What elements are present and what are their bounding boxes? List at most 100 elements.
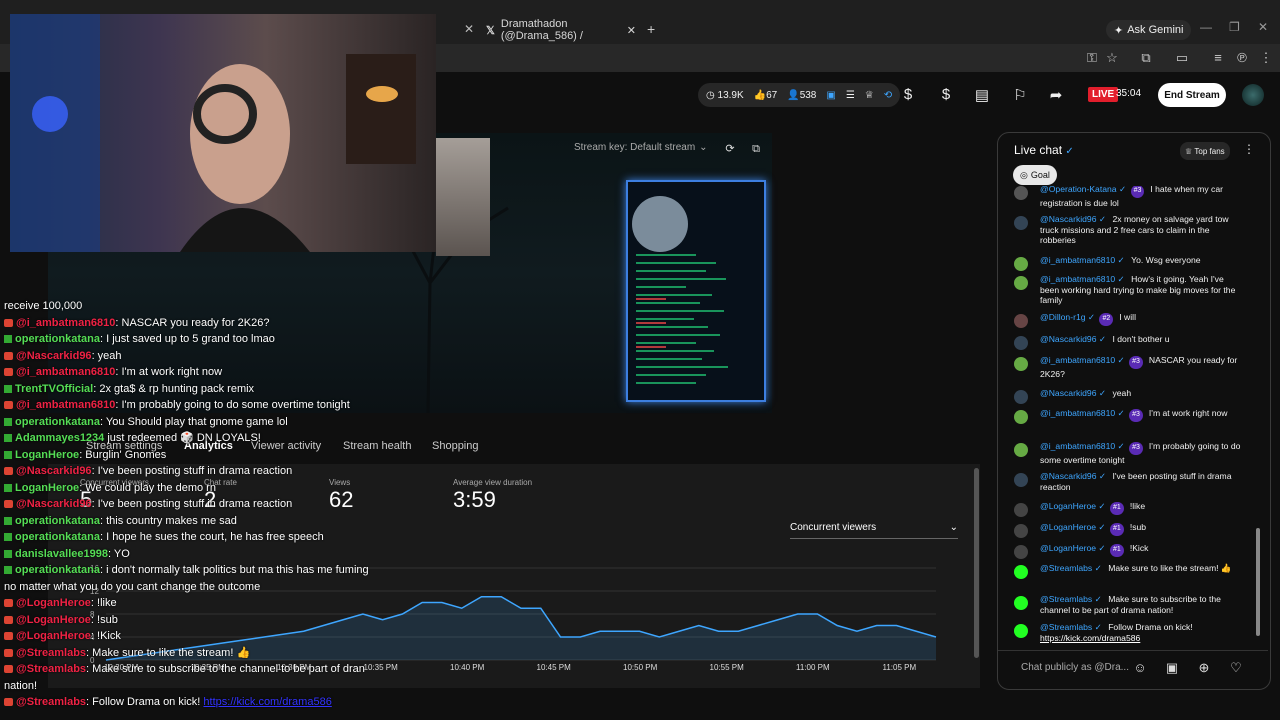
end-stream-button[interactable]: End Stream (1158, 83, 1226, 107)
avatar[interactable] (1242, 84, 1264, 106)
chat-text: I will (1119, 312, 1136, 322)
overlay-chat-link[interactable]: https://kick.com/drama586 (203, 696, 331, 708)
chat-avatar[interactable] (1014, 257, 1028, 271)
top-fans-button[interactable]: ♕ Top fans (1180, 142, 1230, 160)
stream-key-selector[interactable]: Stream key: Default stream ⌄ (574, 142, 708, 153)
overlay-chat-text: : this country makes me sad (99, 514, 237, 527)
verified-badge-icon: ✓ (1092, 622, 1105, 632)
chat-avatar[interactable] (1014, 276, 1028, 290)
chat-author[interactable]: @i_ambatman6810 (1040, 441, 1115, 451)
bookmark-icon[interactable]: ⚐ (1010, 86, 1030, 104)
chat-author[interactable]: @Nascarkid96 (1040, 214, 1097, 224)
chat-author[interactable]: @LoganHeroe (1040, 501, 1096, 511)
chat-author[interactable]: @Operation-Katana (1040, 186, 1117, 194)
profile-extension-icon[interactable]: ℗ (1234, 50, 1250, 65)
award-icon[interactable]: ♕ (865, 90, 874, 101)
heart-icon[interactable]: ♡ (1227, 660, 1245, 676)
chat-avatar[interactable] (1014, 524, 1028, 538)
overlay-chat-text: : You Should play that gnome game lol (99, 415, 288, 428)
overlay-chat-text: : YO (107, 547, 130, 560)
monetize-icon[interactable]: $ (898, 86, 918, 104)
fan-rank-badge: #1 (1110, 502, 1124, 515)
chat-author[interactable]: @LoganHeroe (1040, 543, 1096, 553)
tab-x-dramathadon[interactable]: 𝕏 Dramathadon (@Drama_586) / ✕ (486, 18, 636, 42)
chat-avatar[interactable] (1014, 503, 1028, 517)
chat-avatar[interactable] (1014, 390, 1028, 404)
chat-author[interactable]: @Streamlabs (1040, 563, 1092, 573)
poll-icon[interactable]: ⟲ (884, 90, 892, 101)
chat-avatar[interactable] (1014, 596, 1028, 610)
super-chat-icon[interactable]: ▣ (1163, 660, 1181, 676)
goal-button[interactable]: ◎ Goal (1013, 165, 1057, 185)
chat-avatar[interactable] (1014, 336, 1028, 350)
concurrent-viewers-dropdown[interactable]: Concurrent viewers ⌄ (790, 522, 958, 539)
chevron-down-icon: ⌄ (699, 142, 708, 153)
extensions-icon[interactable]: ⧉ (1138, 50, 1154, 66)
add-icon[interactable]: ⊕ (1195, 660, 1213, 676)
new-tab-button[interactable]: + (647, 21, 655, 37)
media-icon[interactable]: ≡ (1210, 50, 1226, 65)
close-window-icon[interactable]: ✕ (1258, 20, 1268, 34)
chat-input[interactable]: Chat publicly as @Dra... (1021, 662, 1129, 673)
overlay-chat-username: @i_ambatman6810 (16, 366, 116, 378)
chat-author[interactable]: @Nascarkid96 (1040, 471, 1097, 481)
chat-author[interactable]: @Nascarkid96 (1040, 334, 1097, 344)
chat-link[interactable]: https://kick.com/drama586 (1040, 633, 1140, 643)
goal-icon: ◎ (1020, 169, 1028, 180)
overlay-chat-line: @Nascarkid96: yeah (4, 348, 444, 365)
emoji-icon[interactable]: ☺ (1131, 660, 1149, 675)
chat-avatar[interactable] (1014, 473, 1028, 487)
chat-avatar[interactable] (1014, 186, 1028, 200)
chat-author[interactable]: @Nascarkid96 (1040, 388, 1097, 398)
browser-menu-icon[interactable]: ⋮ (1258, 50, 1274, 66)
refresh-icon[interactable]: ⟳ (720, 140, 740, 158)
ask-gemini-button[interactable]: ✦ Ask Gemini (1106, 20, 1192, 40)
bookmark-star-icon[interactable]: ☆ (1104, 50, 1120, 66)
chat-author[interactable]: @LoganHeroe (1040, 522, 1096, 532)
tab-close-icon[interactable]: ✕ (464, 22, 474, 36)
chat-avatar[interactable] (1014, 216, 1028, 230)
chat-avatar[interactable] (1014, 314, 1028, 328)
more-options-icon[interactable]: ⋮ (1243, 142, 1255, 156)
overlay-chat: receive 100,000 @i_ambatman6810: NASCAR y… (4, 298, 444, 711)
chat-avatar[interactable] (1014, 565, 1028, 579)
overlay-chat-username: danislavallee1998 (15, 547, 108, 560)
overlay-chat-text: : Make sure to like the stream! 👍 (86, 646, 251, 659)
overlay-chat-line: @Nascarkid96: I've been posting stuff in… (4, 463, 444, 480)
chat-scrollbar[interactable] (1256, 528, 1260, 636)
chat-author[interactable]: @Streamlabs (1040, 622, 1092, 632)
chat-avatar[interactable] (1014, 410, 1028, 424)
chat-avatar[interactable] (1014, 357, 1028, 371)
store-icon[interactable]: ▤ (972, 86, 992, 104)
password-key-icon[interactable]: ⚿ (1084, 50, 1100, 66)
dropdown-label: Concurrent viewers (790, 522, 877, 533)
chat-author[interactable]: @i_ambatman6810 (1040, 255, 1115, 265)
chat-avatar[interactable] (1014, 443, 1028, 457)
queue-icon[interactable]: ☰ (846, 90, 855, 101)
overlay-chat-username: @Streamlabs (16, 663, 87, 675)
chat-author[interactable]: @i_ambatman6810 (1040, 408, 1115, 418)
minimize-icon[interactable]: — (1200, 20, 1212, 34)
tab-close-icon[interactable]: ✕ (627, 24, 636, 37)
chat-message-body: @LoganHeroe ✓ #1 !like (1040, 501, 1244, 515)
chat-avatar[interactable] (1014, 624, 1028, 638)
chat-author[interactable]: @Dillon-r1g (1040, 312, 1086, 322)
chat-author[interactable]: @i_ambatman6810 (1040, 274, 1115, 284)
chat-divider (998, 650, 1268, 651)
overlay-chat-line: operationkatana: You Should play that gn… (4, 414, 444, 431)
chat-author[interactable]: @Streamlabs (1040, 594, 1092, 604)
live-chat-title[interactable]: Live chat ✓ (1014, 143, 1074, 157)
maximize-icon[interactable]: ❐ (1229, 20, 1240, 34)
overlay-chat-text: : yeah (91, 349, 122, 362)
chat-author[interactable]: @i_ambatman6810 (1040, 355, 1115, 365)
chat-text: !like (1129, 501, 1146, 511)
platform-badge-icon (4, 483, 12, 492)
copy-icon[interactable]: ⧉ (746, 140, 766, 158)
analytics-scrollbar[interactable] (974, 468, 979, 658)
chat-avatar[interactable] (1014, 545, 1028, 559)
stat-views: ◷ 13.9K (706, 89, 744, 101)
mod-icon[interactable]: ▣ (826, 90, 835, 101)
cast-icon[interactable]: ▭ (1174, 50, 1190, 66)
super-chat-icon[interactable]: $ (936, 86, 956, 104)
share-icon[interactable]: ➦ (1046, 86, 1066, 104)
